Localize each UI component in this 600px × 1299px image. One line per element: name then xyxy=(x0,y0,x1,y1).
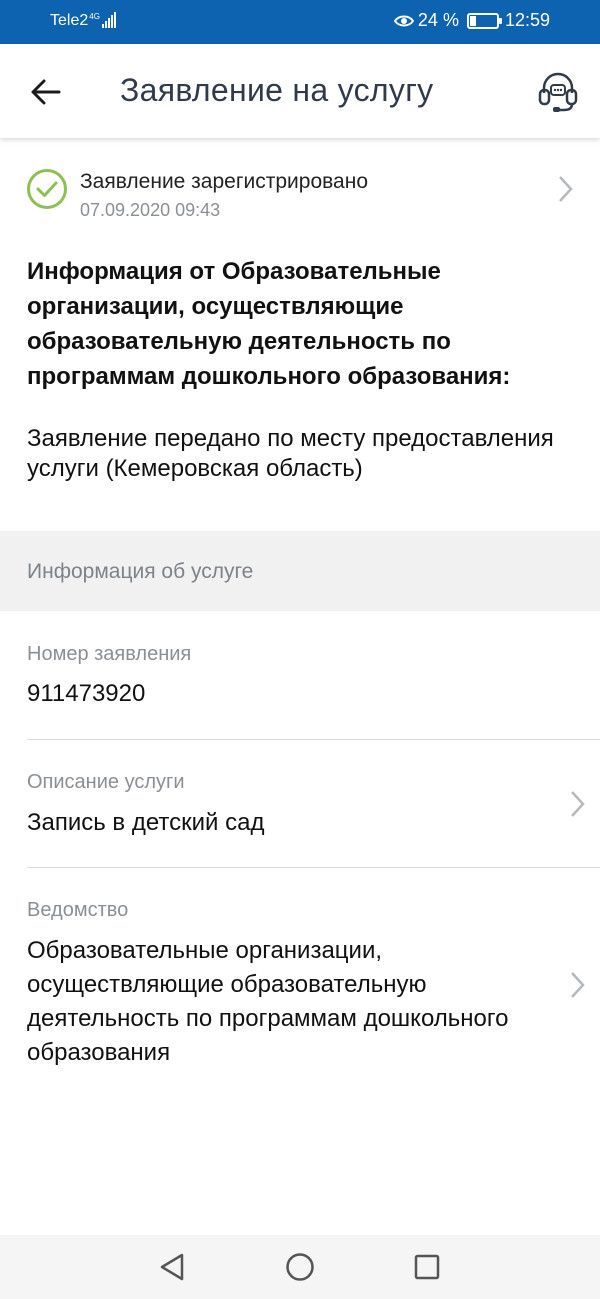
chevron-right-icon xyxy=(559,176,573,202)
chevron-right-icon xyxy=(571,791,585,817)
application-status-row[interactable]: Заявление зарегистрировано 07.09.2020 09… xyxy=(0,160,600,230)
clock: 12:59 xyxy=(504,10,550,30)
support-button[interactable] xyxy=(532,68,584,116)
triangle-back-icon xyxy=(160,1253,184,1281)
chevron-right-icon xyxy=(571,972,585,998)
section-header-label: Информация об услуге xyxy=(27,560,254,583)
status-bar: Tele2 4G 24 % 12:59 xyxy=(0,0,600,44)
carrier-info: Tele2 4G xyxy=(50,12,117,30)
status-right: 24 % 12:59 xyxy=(393,10,550,31)
nav-home-button[interactable] xyxy=(282,1249,318,1285)
headset-icon xyxy=(538,72,578,112)
arrow-left-icon xyxy=(31,79,61,105)
service-section-header: Информация об услуге xyxy=(0,531,600,611)
status-date: 07.09.2020 09:43 xyxy=(80,200,221,220)
info-title: Информация от Образовательные организаци… xyxy=(27,258,511,390)
department-label: Ведомство xyxy=(27,899,129,921)
department-value: Образовательные организации, осуществляю… xyxy=(27,937,509,1066)
battery-percent: 24 % xyxy=(417,10,459,30)
carrier-name: Tele2 xyxy=(50,12,89,29)
application-number-label: Номер заявления xyxy=(27,643,192,665)
application-number-value: 911473920 xyxy=(27,680,146,707)
square-recents-icon xyxy=(414,1254,440,1280)
battery-fill xyxy=(469,15,476,26)
check-circle-icon xyxy=(27,169,67,209)
info-message: Заявление передано по месту предоставлен… xyxy=(27,425,554,482)
eye-comfort-icon xyxy=(393,15,414,26)
page-title: Заявление на услугу xyxy=(120,72,434,108)
status-text: Заявление зарегистрировано xyxy=(80,170,369,193)
service-description-label: Описание услуги xyxy=(27,771,185,793)
back-button[interactable] xyxy=(24,70,68,114)
nav-back-button[interactable] xyxy=(154,1249,190,1285)
system-navigation-bar xyxy=(0,1235,600,1299)
circle-home-icon xyxy=(286,1253,314,1281)
service-description-row[interactable]: Описание услуги Запись в детский сад xyxy=(0,740,600,867)
app-bar: Заявление на услугу xyxy=(0,44,600,138)
network-type: 4G xyxy=(89,12,100,21)
service-description-value: Запись в детский сад xyxy=(27,809,265,836)
signal-icon xyxy=(101,12,117,28)
nav-recents-button[interactable] xyxy=(409,1249,445,1285)
battery-icon xyxy=(466,12,502,29)
department-row[interactable]: Ведомство Образовательные организации, о… xyxy=(0,868,600,1088)
